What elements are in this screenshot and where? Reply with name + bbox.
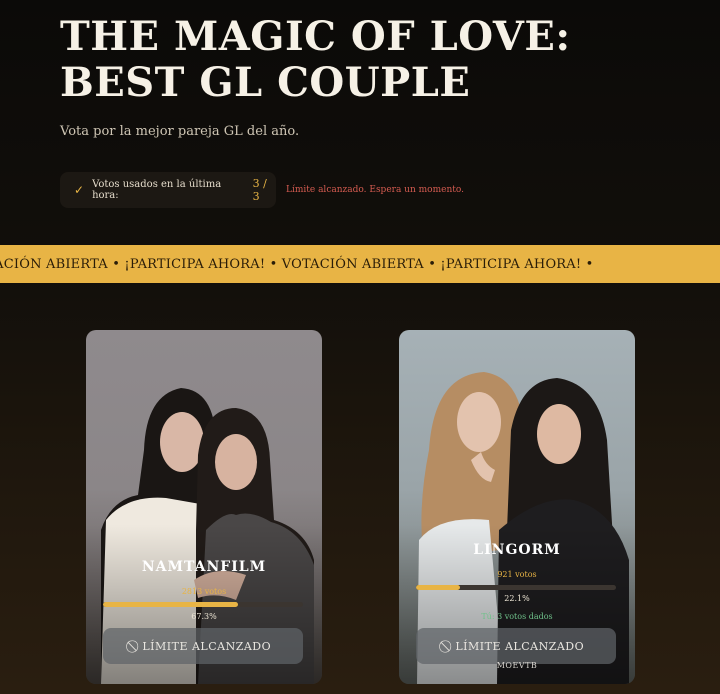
- vote-progress-fill: [416, 585, 461, 590]
- vote-progress-bar: [103, 602, 303, 607]
- check-icon: ✓: [74, 183, 85, 197]
- card-footer-tag: MOEVTB: [496, 661, 538, 670]
- candidate-card-lingorm: LINGORM 921 votos 22.1% Tú: 3 votos dado…: [399, 330, 635, 684]
- marquee-banner: TACIÓN ABIERTA • ¡PARTICIPA AHORA! • VOT…: [0, 245, 720, 283]
- vote-counter: ✓ Votos usados en la última hora: 3 / 3: [60, 172, 276, 208]
- candidate-name: LINGORM: [473, 542, 561, 558]
- limit-message: Límite alcanzado. Espera un momento.: [286, 185, 464, 195]
- candidate-percent: 22.1%: [504, 594, 530, 603]
- page-title: THE MAGIC OF LOVE: BEST GL COUPLE: [60, 13, 571, 106]
- vote-progress-fill: [103, 602, 238, 607]
- vote-button[interactable]: ⃠ LÍMITE ALCANZADO: [416, 628, 616, 664]
- candidate-votes: 2813 votos: [181, 587, 227, 596]
- vote-button-label: LÍMITE ALCANZADO: [455, 639, 585, 653]
- user-votes-given: Tú: 3 votos dados: [481, 612, 553, 621]
- vote-button[interactable]: ⃠ LÍMITE ALCANZADO: [103, 628, 303, 664]
- marquee-text: TACIÓN ABIERTA • ¡PARTICIPA AHORA! • VOT…: [0, 256, 594, 272]
- vote-counter-value: 3 / 3: [252, 177, 267, 203]
- candidate-votes: 921 votos: [497, 570, 537, 579]
- candidate-name: NAMTANFILM: [141, 559, 267, 575]
- vote-progress-bar: [416, 585, 616, 590]
- ban-icon: ⃠: [134, 638, 136, 653]
- ban-icon: ⃠: [447, 638, 449, 653]
- vote-counter-label: Votos usados en la última hora:: [92, 179, 222, 201]
- page-subtitle: Vota por la mejor pareja GL del año.: [60, 124, 300, 139]
- candidate-percent: 67.3%: [191, 612, 217, 621]
- vote-button-label: LÍMITE ALCANZADO: [142, 639, 272, 653]
- candidate-card-namtanfilm: NAMTANFILM 2813 votos 67.3% ⃠ LÍMITE ALC…: [86, 330, 322, 684]
